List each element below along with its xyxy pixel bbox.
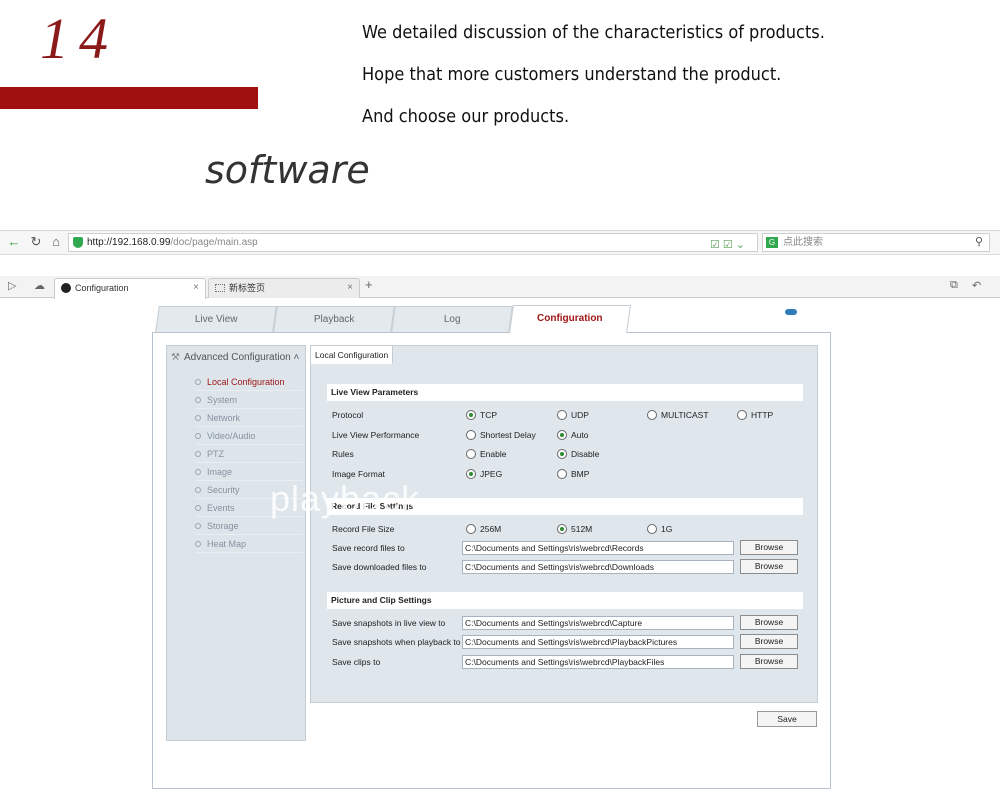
browser-tab-new[interactable]: 新标签页 × — [208, 278, 360, 298]
save-button[interactable]: Save — [757, 711, 817, 727]
intro-line-2: Hope that more customers understand the … — [362, 64, 782, 85]
search-input[interactable]: G 点此搜索 ⚲ — [762, 233, 990, 252]
save-record-path-input[interactable]: C:\Documents and Settings\ris\webrcd\Rec… — [462, 541, 734, 555]
save-download-path-input[interactable]: C:\Documents and Settings\ris\webrcd\Dow… — [462, 560, 734, 574]
browse-clips-button[interactable]: Browse — [740, 654, 798, 669]
intro-text: We detailed discussion of the characteri… — [362, 20, 825, 146]
radio-size-512m[interactable]: 512M — [557, 523, 592, 535]
new-tab-plus-icon[interactable]: + — [365, 277, 373, 292]
tab-log[interactable]: Log — [391, 306, 513, 332]
save-download-label: Save downloaded files to — [332, 562, 427, 572]
browser-tab-configuration[interactable]: Configuration × — [54, 278, 206, 299]
snap-live-label: Save snapshots in live view to — [332, 618, 446, 628]
undo-close-icon[interactable]: ↶ — [972, 279, 981, 292]
url-field[interactable]: http://192.168.0.99/doc/page/main.asp ☑ … — [68, 233, 758, 252]
sidebar-item-system[interactable]: System — [195, 391, 303, 409]
clips-path-input[interactable]: C:\Documents and Settings\ris\webrcd\Pla… — [462, 655, 734, 669]
cloud-icon[interactable]: ☁ — [34, 279, 45, 292]
search-engine-icon[interactable]: G — [766, 237, 778, 248]
tab-playback[interactable]: Playback — [273, 306, 395, 332]
browse-record-button[interactable]: Browse — [740, 540, 798, 555]
radio-protocol-multicast[interactable]: MULTICAST — [647, 409, 709, 421]
radio-protocol-udp[interactable]: UDP — [557, 409, 589, 421]
grid-icon — [215, 284, 225, 292]
sidebar-toggle-icon[interactable]: ▷ — [8, 279, 16, 292]
step-number: 14 — [40, 6, 118, 71]
browse-snap-playback-button[interactable]: Browse — [740, 634, 798, 649]
sidebar-item-security[interactable]: Security — [195, 481, 303, 499]
radio-format-jpeg[interactable]: JPEG — [466, 468, 502, 480]
section-picture-clip-settings: Picture and Clip Settings — [327, 592, 803, 609]
back-arrow-icon[interactable]: ← — [6, 234, 22, 250]
restore-tabs-icon[interactable]: ⧉ — [950, 279, 958, 292]
browse-download-button[interactable]: Browse — [740, 559, 798, 574]
url-host: http://192.168.0.99 — [87, 237, 171, 248]
radio-size-256m[interactable]: 256M — [466, 523, 501, 535]
radio-protocol-http[interactable]: HTTP — [737, 409, 773, 421]
snap-playback-label: Save snapshots when playback to — [332, 637, 461, 647]
address-toolbar: ← ↻ ⌂ http://192.168.0.99/doc/page/main.… — [0, 231, 1000, 255]
radio-protocol-tcp[interactable]: TCP — [466, 409, 497, 421]
sidebar-item-image[interactable]: Image — [195, 463, 303, 481]
chevron-up-icon: ˄ — [293, 352, 300, 363]
browser-window: ← ↻ ⌂ http://192.168.0.99/doc/page/main.… — [0, 230, 1000, 800]
browser-tab-label: Configuration — [75, 283, 129, 293]
close-tab-icon[interactable]: × — [347, 279, 353, 297]
snap-live-path-input[interactable]: C:\Documents and Settings\ris\webrcd\Cap… — [462, 616, 734, 630]
radio-auto[interactable]: Auto — [557, 429, 589, 441]
tab-live-view[interactable]: Live View — [155, 306, 277, 332]
sidebar-item-events[interactable]: Events — [195, 499, 303, 517]
sidebar-item-video-audio[interactable]: Video/Audio — [195, 427, 303, 445]
record-file-size-label: Record File Size — [332, 524, 395, 534]
radio-format-bmp[interactable]: BMP — [557, 468, 589, 480]
browse-snap-live-button[interactable]: Browse — [740, 615, 798, 630]
section-subtitle: software — [205, 148, 370, 192]
clips-label: Save clips to — [332, 657, 381, 667]
browser-tab-label: 新标签页 — [229, 283, 266, 293]
protocol-label: Protocol — [332, 410, 364, 420]
site-favicon-icon — [61, 283, 71, 293]
wrench-icon: ⚒ — [171, 352, 180, 363]
sidebar-item-heat-map[interactable]: Heat Map — [195, 535, 303, 553]
url-tools-icon[interactable]: ☑ ☑ ⌄ — [710, 237, 745, 254]
radio-rules-enable[interactable]: Enable — [466, 448, 506, 460]
sidebar-title[interactable]: ⚒ Advanced Configuration ˄ — [171, 352, 299, 363]
close-tab-icon[interactable]: × — [193, 279, 199, 297]
shield-icon — [73, 237, 83, 248]
search-icon[interactable]: ⚲ — [975, 234, 983, 251]
tab-strip: ▷ ☁ Configuration × 新标签页 × + ⧉ ↶ — [0, 276, 1000, 299]
url-path: /doc/page/main.asp — [170, 237, 258, 248]
home-icon[interactable]: ⌂ — [48, 234, 64, 250]
camera-web-app: Live View Playback Log Configuration ⚒ Ad… — [152, 305, 831, 789]
sub-tab-local-configuration[interactable]: Local Configuration — [311, 346, 394, 364]
sidebar-item-ptz[interactable]: PTZ — [195, 445, 303, 463]
radio-rules-disable[interactable]: Disable — [557, 448, 599, 460]
intro-line-3: And choose our products. — [362, 106, 570, 127]
local-configuration-panel: Local Configuration Live View Parameters… — [310, 345, 818, 703]
sidebar-item-network[interactable]: Network — [195, 409, 303, 427]
tab-configuration[interactable]: Configuration — [509, 305, 631, 333]
rules-label: Rules — [332, 449, 354, 459]
save-record-label: Save record files to — [332, 543, 405, 553]
image-format-label: Image Format — [332, 469, 385, 479]
sidebar-item-storage[interactable]: Storage — [195, 517, 303, 535]
red-accent-bar — [0, 87, 258, 109]
refresh-icon[interactable]: ↻ — [28, 234, 44, 250]
section-record-file-settings: Record File Settings — [327, 498, 803, 515]
sidebar-item-local-configuration[interactable]: Local Configuration — [195, 373, 303, 391]
snap-playback-path-input[interactable]: C:\Documents and Settings\ris\webrcd\Pla… — [462, 635, 734, 649]
search-placeholder: 点此搜索 — [783, 237, 823, 248]
radio-shortest-delay[interactable]: Shortest Delay — [466, 429, 536, 441]
section-live-view-parameters: Live View Parameters — [327, 384, 803, 401]
radio-size-1g[interactable]: 1G — [647, 523, 672, 535]
brand-logo-icon — [785, 309, 797, 315]
performance-label: Live View Performance — [332, 430, 420, 440]
intro-line-1: We detailed discussion of the characteri… — [362, 22, 825, 43]
config-sidebar: ⚒ Advanced Configuration ˄ Local Configur… — [166, 345, 306, 741]
